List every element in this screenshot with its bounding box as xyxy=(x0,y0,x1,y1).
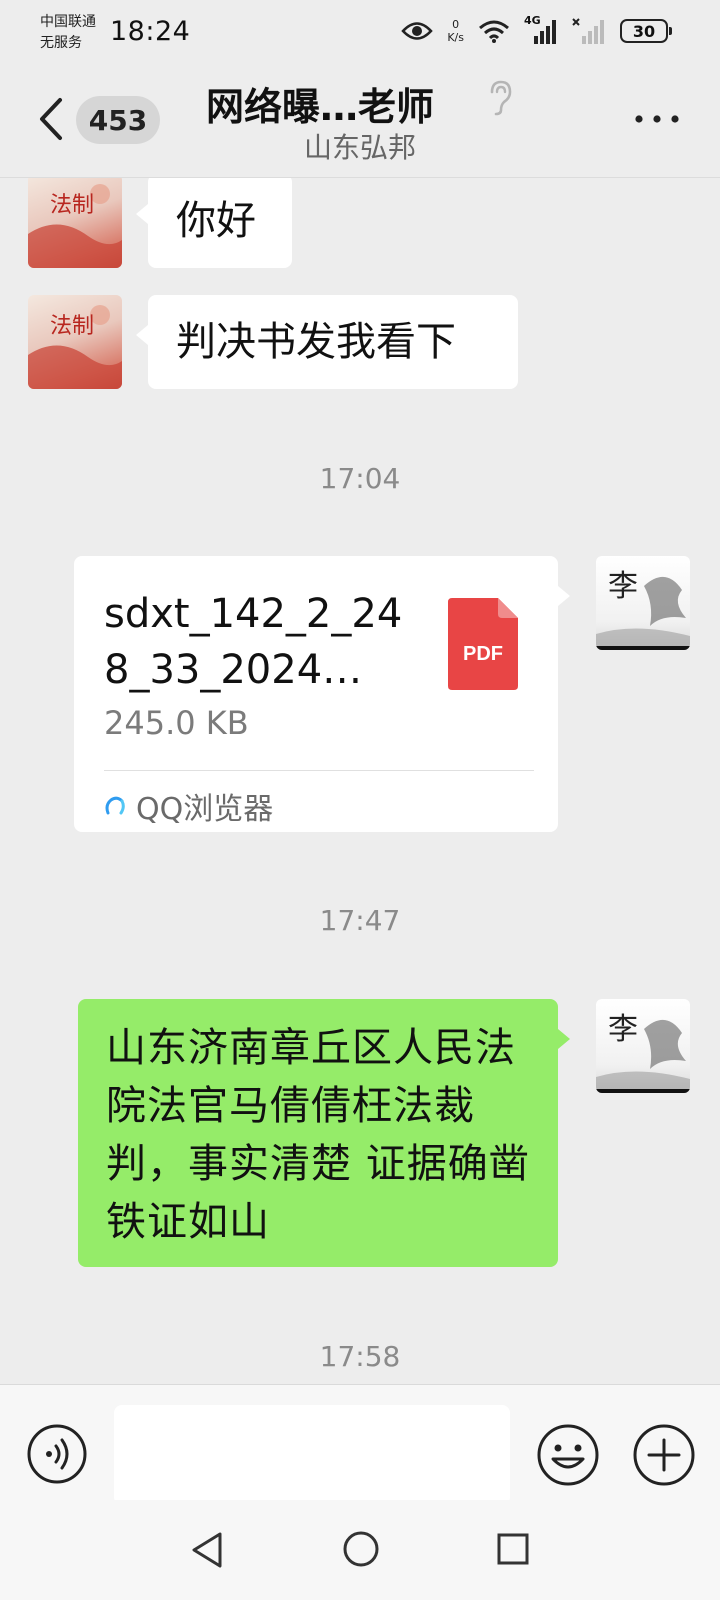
file-size: 245.0 KB xyxy=(104,704,249,742)
divider xyxy=(104,770,534,771)
voice-input-icon[interactable] xyxy=(26,1423,88,1485)
message-timestamp: 17:47 xyxy=(319,904,401,937)
more-options-icon[interactable] xyxy=(634,114,680,124)
svg-text:PDF: PDF xyxy=(463,643,503,665)
file-message-card[interactable]: sdxt_142_2_248_33_2024… 245.0 KB PDF QQ浏… xyxy=(74,556,570,832)
earpiece-mode-icon xyxy=(490,80,512,116)
message-input[interactable] xyxy=(114,1405,510,1505)
avatar-lettering: 李 xyxy=(608,569,638,604)
input-bar xyxy=(0,1384,720,1505)
my-avatar[interactable]: 李 xyxy=(596,556,690,650)
received-message-bubble[interactable]: 判决书发我看下 xyxy=(136,295,518,389)
pdf-file-icon: PDF xyxy=(448,598,518,690)
system-nav-bar xyxy=(0,1500,720,1600)
carrier-info: 中国联通 无服务 xyxy=(40,12,96,54)
message-text: 你好 xyxy=(176,198,256,244)
nav-recent-apps-icon[interactable] xyxy=(496,1532,530,1566)
status-icons: 0 K/s 4G 30 xyxy=(401,14,672,44)
avatar-lettering: 法制 xyxy=(50,193,94,218)
nav-home-icon[interactable] xyxy=(342,1530,380,1568)
file-name: sdxt_142_2_248_33_2024… xyxy=(104,591,403,693)
carrier-name: 中国联通 xyxy=(40,14,96,30)
message-timestamp: 17:04 xyxy=(319,462,401,495)
network-speed: 0 K/s xyxy=(447,18,464,44)
contact-avatar[interactable]: 法制 xyxy=(28,295,122,389)
signal-icon: 4G xyxy=(524,14,558,44)
contact-avatar[interactable]: 法制 xyxy=(28,178,122,268)
nav-back-icon[interactable] xyxy=(190,1530,224,1570)
message-list[interactable]: 法制 你好 法制 判决书发我看下 17:04 sdxt_142_2_248_33… xyxy=(0,178,720,1384)
source-app-name: QQ浏览器 xyxy=(136,792,274,827)
qq-browser-icon xyxy=(105,796,125,815)
avatar-lettering: 法制 xyxy=(50,314,94,339)
no-signal-icon xyxy=(572,18,604,44)
received-message-bubble[interactable]: 你好 xyxy=(136,178,292,268)
plus-icon[interactable] xyxy=(632,1423,696,1487)
my-avatar[interactable]: 李 xyxy=(596,999,690,1093)
message-text: 判决书发我看下 xyxy=(176,319,456,365)
chat-header: 453 网络曝…老师 山东弘邦 xyxy=(0,70,720,178)
chat-title: 网络曝…老师 xyxy=(205,85,434,129)
message-text: 山东济南章丘区人民法院法官马倩倩枉法裁判，事实清楚 证据确凿 铁证如山 xyxy=(106,1025,530,1245)
status-bar: 中国联通 无服务 18:24 0 K/s 4G 30 xyxy=(0,0,720,70)
service-status: 无服务 xyxy=(40,35,82,51)
avatar-lettering: 李 xyxy=(608,1012,638,1047)
sent-message-bubble[interactable]: 山东济南章丘区人民法院法官马倩倩枉法裁判，事实清楚 证据确凿 铁证如山 xyxy=(78,999,570,1267)
battery-icon: 30 xyxy=(620,19,672,43)
chat-subtitle: 山东弘邦 xyxy=(303,131,416,164)
eye-icon xyxy=(401,22,434,40)
wifi-icon xyxy=(479,20,509,43)
file-source: QQ浏览器 xyxy=(104,780,273,832)
emoji-icon[interactable] xyxy=(536,1423,600,1487)
message-timestamp: 17:58 xyxy=(319,1340,401,1373)
clock: 18:24 xyxy=(110,16,191,47)
